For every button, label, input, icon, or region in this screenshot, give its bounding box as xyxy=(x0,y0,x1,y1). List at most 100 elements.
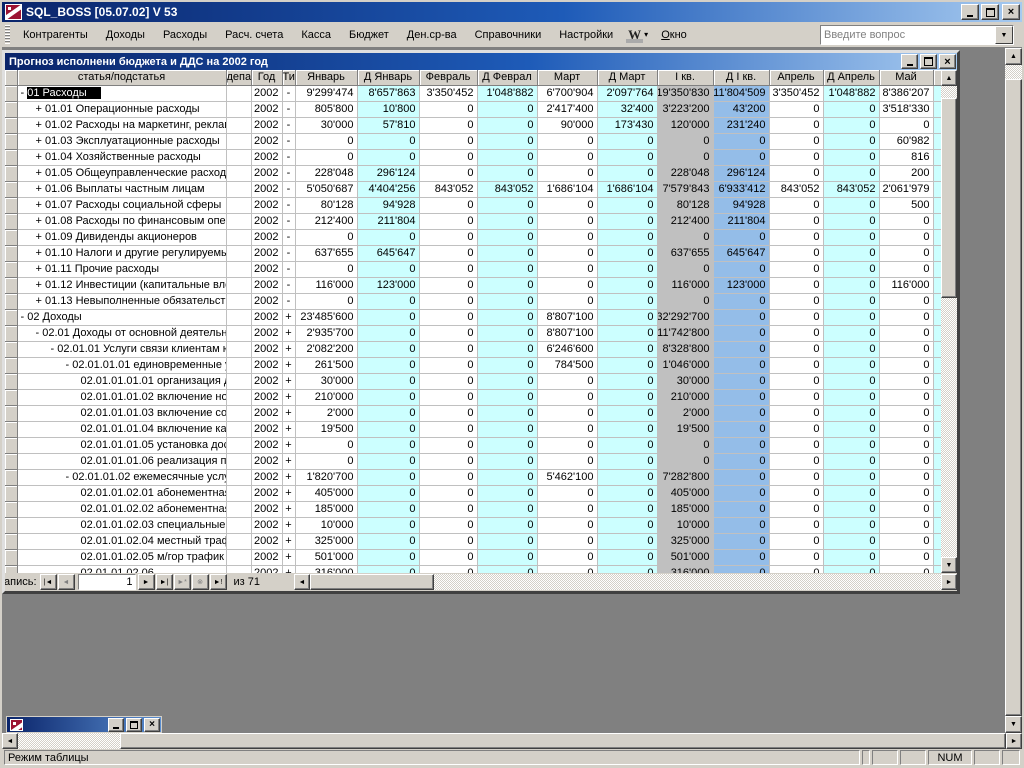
value-cell[interactable]: 7'579'843 xyxy=(657,182,713,198)
value-cell[interactable]: 0 xyxy=(823,342,879,358)
type-cell[interactable]: - xyxy=(282,198,295,214)
scroll-down-arrow[interactable]: ▼ xyxy=(1005,716,1022,733)
value-cell[interactable]: 0 xyxy=(879,374,933,390)
dept-cell[interactable] xyxy=(226,86,251,102)
value-cell[interactable]: 0 xyxy=(477,406,537,422)
value-cell[interactable]: 0 xyxy=(597,134,657,150)
column-header-8[interactable]: Март xyxy=(537,70,597,86)
value-cell[interactable]: 210'000 xyxy=(657,390,713,406)
value-cell[interactable]: 0 xyxy=(769,342,823,358)
value-cell[interactable]: 1'686'104 xyxy=(597,182,657,198)
value-cell[interactable]: 0 xyxy=(537,374,597,390)
year-cell[interactable]: 2002 xyxy=(251,118,282,134)
value-cell[interactable]: 0 xyxy=(713,566,769,574)
menu-item-window[interactable]: Окно xyxy=(652,26,696,44)
value-cell[interactable]: 4'404'256 xyxy=(357,182,419,198)
value-cell[interactable]: 0 xyxy=(419,278,477,294)
value-cell[interactable]: 0 xyxy=(769,534,823,550)
value-cell[interactable]: 0 xyxy=(357,358,419,374)
year-cell[interactable]: 2002 xyxy=(251,438,282,454)
article-cell[interactable]: 02.01.01.01.05 установка доступа xyxy=(17,438,226,454)
article-cell[interactable]: - 02.01 Доходы от основной деятельности xyxy=(17,326,226,342)
value-cell[interactable]: 0 xyxy=(357,262,419,278)
row-selector[interactable] xyxy=(5,406,17,422)
article-cell[interactable]: 02.01.01.02.03 специальные услуг xyxy=(17,518,226,534)
value-cell[interactable]: 0 xyxy=(823,374,879,390)
row-selector[interactable] xyxy=(5,486,17,502)
value-cell[interactable]: 3'518'330 xyxy=(879,102,933,118)
value-cell[interactable]: 80'128 xyxy=(657,198,713,214)
value-cell[interactable]: 0 xyxy=(357,406,419,422)
dept-cell[interactable] xyxy=(226,518,251,534)
year-cell[interactable]: 2002 xyxy=(251,246,282,262)
record-number-input[interactable] xyxy=(78,574,136,590)
scroll-left-arrow[interactable]: ◄ xyxy=(2,733,18,749)
value-cell[interactable]: 0 xyxy=(823,310,879,326)
article-cell[interactable]: - 02.01.01.02 ежемесячные услуги: xyxy=(17,470,226,486)
value-cell[interactable]: 0 xyxy=(769,230,823,246)
year-cell[interactable]: 2002 xyxy=(251,390,282,406)
value-cell[interactable]: 0 xyxy=(879,326,933,342)
value-cell[interactable]: 0 xyxy=(823,118,879,134)
value-cell[interactable]: 0 xyxy=(657,150,713,166)
value-cell[interactable]: 57'810 xyxy=(357,118,419,134)
value-cell[interactable]: 10'000 xyxy=(657,518,713,534)
value-cell[interactable]: 0 xyxy=(357,470,419,486)
year-cell[interactable]: 2002 xyxy=(251,86,282,102)
value-cell[interactable]: 0 xyxy=(357,310,419,326)
value-cell[interactable]: 0 xyxy=(879,214,933,230)
value-cell[interactable]: 0 xyxy=(597,406,657,422)
value-cell[interactable]: 316'000 xyxy=(657,566,713,574)
dept-cell[interactable] xyxy=(226,326,251,342)
type-cell[interactable]: - xyxy=(282,214,295,230)
value-cell[interactable]: 60'982 xyxy=(879,134,933,150)
value-cell[interactable]: 0 xyxy=(823,134,879,150)
year-cell[interactable]: 2002 xyxy=(251,134,282,150)
value-cell[interactable]: 0 xyxy=(295,438,357,454)
value-cell[interactable]: 0 xyxy=(597,502,657,518)
row-selector[interactable] xyxy=(5,198,17,214)
value-cell[interactable]: 0 xyxy=(537,454,597,470)
value-cell[interactable]: 0 xyxy=(657,438,713,454)
value-cell[interactable]: 316'000 xyxy=(295,566,357,574)
value-cell[interactable]: 0 xyxy=(879,262,933,278)
article-cell[interactable]: + 01.10 Налоги и другие регулируемые вь xyxy=(17,246,226,262)
type-cell[interactable]: + xyxy=(282,502,295,518)
value-cell[interactable]: 0 xyxy=(769,326,823,342)
type-cell[interactable]: - xyxy=(282,166,295,182)
dept-cell[interactable] xyxy=(226,438,251,454)
column-header-14[interactable]: Май xyxy=(879,70,933,86)
value-cell[interactable]: 0 xyxy=(713,358,769,374)
value-cell[interactable]: 0 xyxy=(823,518,879,534)
value-cell[interactable]: 0 xyxy=(357,374,419,390)
type-cell[interactable]: - xyxy=(282,278,295,294)
scrollbar-thumb[interactable] xyxy=(941,98,957,298)
first-record-button[interactable]: |◄ xyxy=(40,574,57,590)
value-cell[interactable]: 173'430 xyxy=(597,118,657,134)
value-cell[interactable]: 0 xyxy=(597,294,657,310)
row-selector[interactable] xyxy=(5,294,17,310)
minimized-close-button[interactable]: × xyxy=(144,718,160,732)
year-cell[interactable]: 2002 xyxy=(251,550,282,566)
value-cell[interactable]: 1'048'882 xyxy=(823,86,879,102)
value-cell[interactable]: 0 xyxy=(477,310,537,326)
column-header-6[interactable]: Февраль xyxy=(419,70,477,86)
year-cell[interactable]: 2002 xyxy=(251,294,282,310)
value-cell[interactable]: 0 xyxy=(477,534,537,550)
value-cell[interactable]: 501'000 xyxy=(657,550,713,566)
dept-cell[interactable] xyxy=(226,470,251,486)
next-record-button[interactable]: ► xyxy=(138,574,155,590)
value-cell[interactable]: 210'000 xyxy=(295,390,357,406)
value-cell[interactable]: 0 xyxy=(419,374,477,390)
year-cell[interactable]: 2002 xyxy=(251,230,282,246)
value-cell[interactable]: 645'647 xyxy=(713,246,769,262)
value-cell[interactable]: 0 xyxy=(477,150,537,166)
value-cell[interactable]: 0 xyxy=(823,166,879,182)
value-cell[interactable]: 0 xyxy=(357,486,419,502)
value-cell[interactable]: 816 xyxy=(879,150,933,166)
value-cell[interactable]: 0 xyxy=(357,342,419,358)
value-cell[interactable]: 228'048 xyxy=(657,166,713,182)
row-selector[interactable] xyxy=(5,470,17,486)
dept-cell[interactable] xyxy=(226,550,251,566)
dept-cell[interactable] xyxy=(226,118,251,134)
